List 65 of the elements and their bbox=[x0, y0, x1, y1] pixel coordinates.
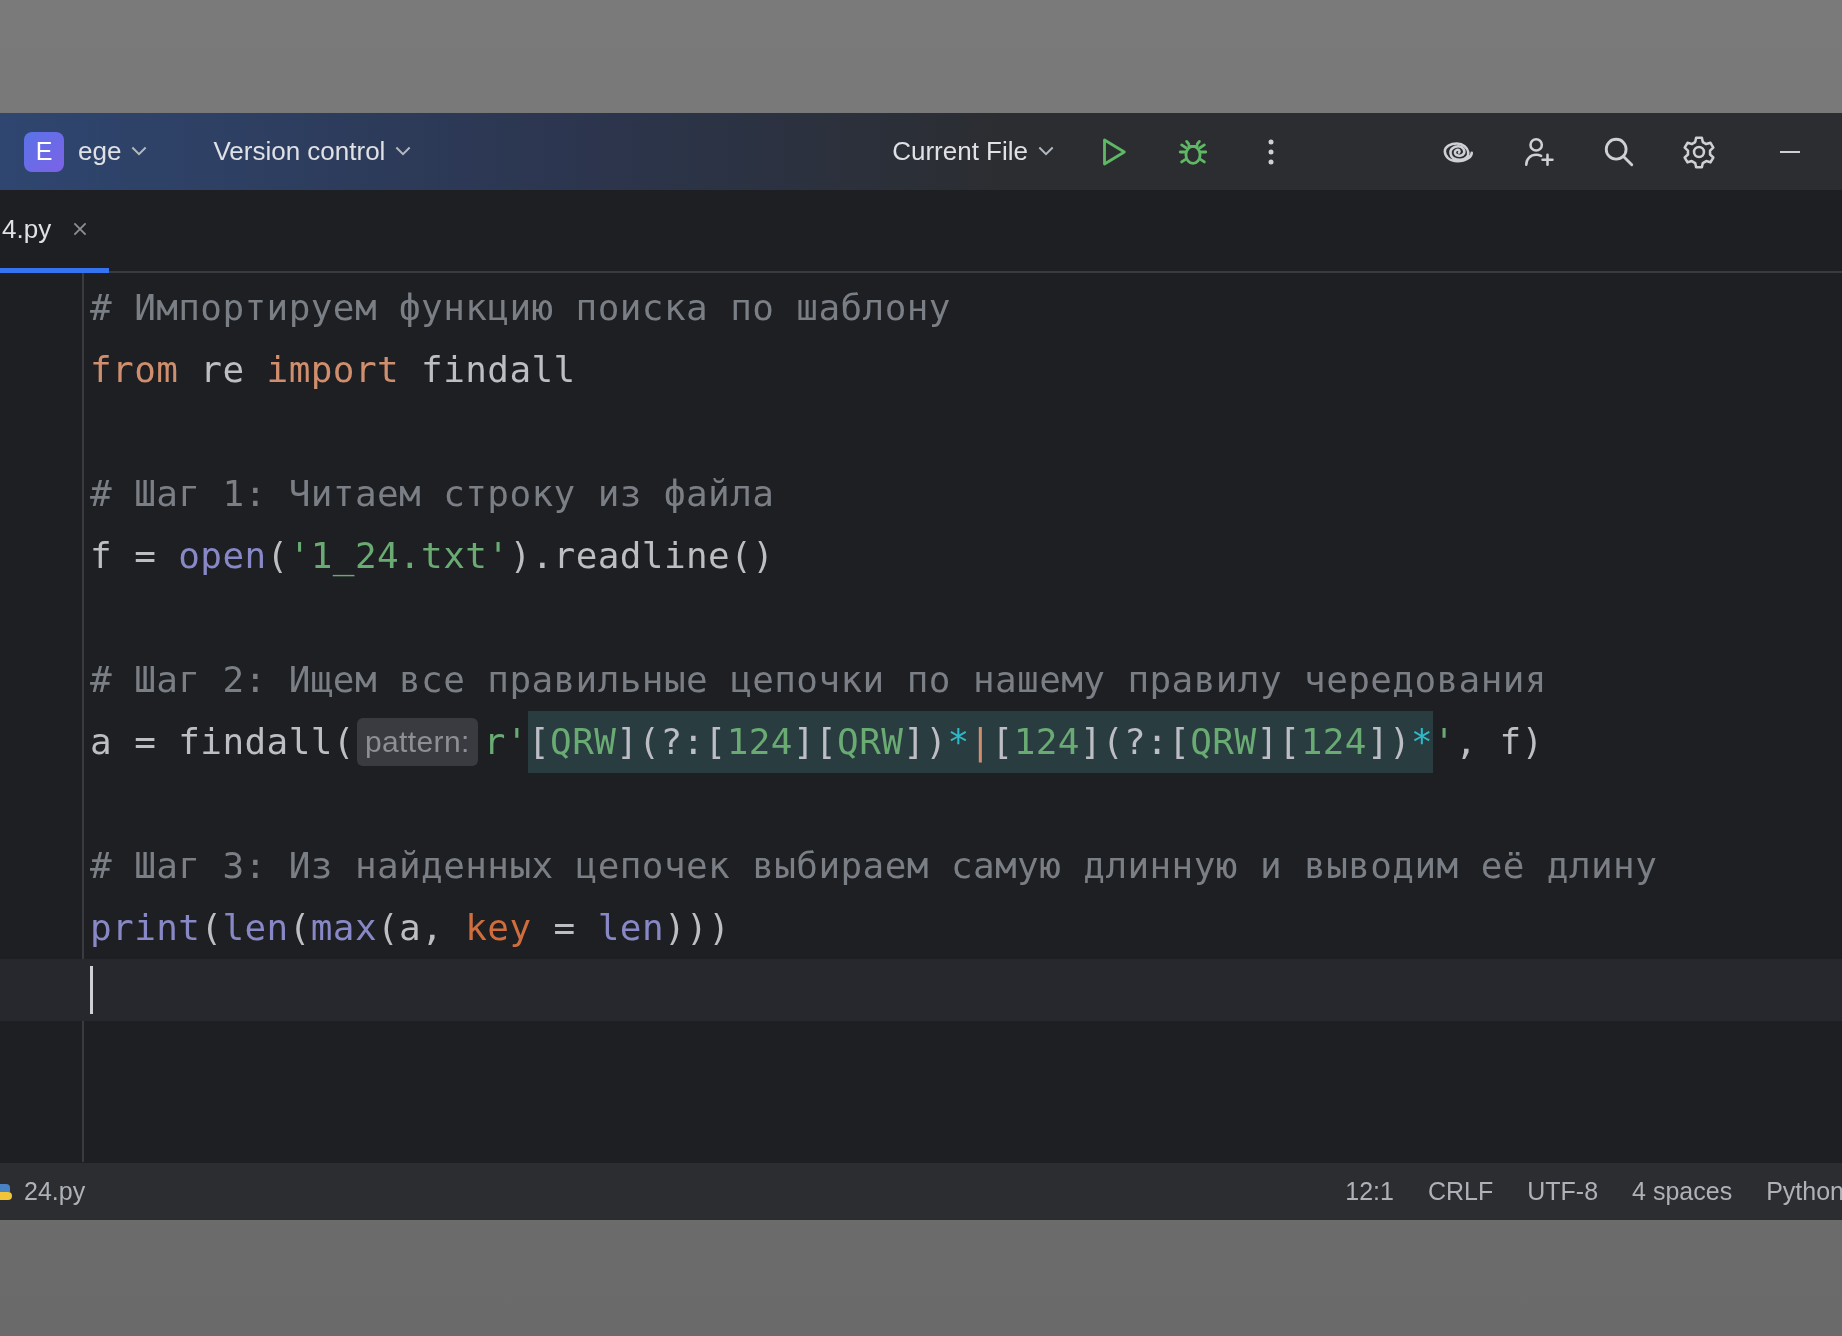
code-text: ](?:[ bbox=[616, 711, 727, 773]
code-builtin: print bbox=[90, 906, 201, 950]
tab-label: 4.py bbox=[2, 213, 52, 245]
chevron-down-icon bbox=[131, 146, 148, 157]
status-bar-item[interactable]: 4 spaces bbox=[1632, 1177, 1733, 1206]
code-text: f = bbox=[90, 534, 158, 578]
code-text: [ bbox=[528, 711, 551, 773]
code-text: ][ bbox=[792, 711, 838, 773]
code-comment: # Шаг 3: Из найденных цепочек выбираем самую длинную и выводим её длину bbox=[90, 844, 1658, 888]
project-badge[interactable]: E bbox=[24, 131, 64, 172]
project-selector[interactable]: ege bbox=[70, 130, 156, 173]
run-configuration-selector[interactable]: Current File bbox=[884, 130, 1062, 173]
code-comment: # Шаг 1: Читаем строку из файла bbox=[90, 472, 775, 516]
file-tab[interactable]: 4.py bbox=[0, 190, 110, 273]
code-keyword: from bbox=[90, 348, 179, 392]
code-text: [ bbox=[991, 711, 1014, 773]
code-text: ( bbox=[200, 906, 223, 950]
code-builtin: len bbox=[597, 906, 664, 950]
code-text: ))) bbox=[664, 906, 731, 950]
settings-icon[interactable] bbox=[1682, 134, 1716, 169]
parameter-hint: pattern: bbox=[356, 718, 478, 766]
close-icon[interactable] bbox=[73, 222, 88, 236]
code-text: a = findall( bbox=[90, 720, 355, 764]
code-builtin: max bbox=[310, 906, 377, 950]
code-keyword: import bbox=[266, 348, 400, 392]
code-text: findall bbox=[420, 348, 576, 392]
code-operator: * bbox=[947, 711, 970, 773]
text-caret bbox=[90, 966, 93, 1014]
code-builtin: len bbox=[222, 906, 289, 950]
code-text: ]) bbox=[1366, 711, 1412, 773]
chevron-down-icon bbox=[1038, 146, 1054, 157]
code-comment: # Импортируем функцию поиска по шаблону bbox=[90, 286, 951, 330]
code-string: 124 bbox=[1300, 711, 1367, 773]
code-text: re bbox=[199, 348, 246, 392]
code-comment: # Шаг 2: Ищем все правильные цепочки по нашему правилу чередования bbox=[90, 658, 1547, 702]
version-control-menu[interactable]: Version control bbox=[205, 130, 420, 173]
code-string: 124 bbox=[726, 711, 793, 773]
code-string: '1_24.txt' bbox=[288, 534, 510, 579]
code-text: ](?:[ bbox=[1079, 711, 1191, 773]
code-builtin: open bbox=[178, 534, 267, 578]
code-text: ( bbox=[288, 906, 311, 950]
code-string: QRW bbox=[550, 711, 617, 773]
code-string: ' bbox=[1433, 720, 1456, 764]
code-operator: * bbox=[1411, 711, 1434, 773]
minimize-icon[interactable] bbox=[1778, 149, 1802, 154]
status-bar-item[interactable]: CRLF bbox=[1427, 1177, 1494, 1206]
code-keyword: | bbox=[969, 711, 992, 773]
code-string: r' bbox=[483, 720, 528, 764]
code-parameter: key bbox=[465, 906, 532, 950]
code-text: ][ bbox=[1256, 711, 1301, 773]
code-editor[interactable] bbox=[0, 273, 1842, 1162]
code-string: 124 bbox=[1013, 711, 1080, 773]
file-path[interactable]: 24.py bbox=[24, 1177, 86, 1206]
code-text: ( bbox=[266, 534, 289, 578]
code-text: , f) bbox=[1455, 720, 1544, 764]
status-bar-item[interactable]: 12:1 bbox=[1345, 1177, 1394, 1206]
code-text: (a, bbox=[377, 906, 445, 950]
code-string: QRW bbox=[837, 711, 904, 773]
code-text: = bbox=[552, 906, 577, 950]
code-text: ]) bbox=[903, 711, 948, 773]
status-bar-item[interactable]: Python bbox=[1766, 1177, 1842, 1206]
code-string: QRW bbox=[1190, 711, 1257, 773]
chevron-down-icon bbox=[395, 146, 412, 157]
status-bar-item[interactable]: UTF-8 bbox=[1527, 1177, 1599, 1206]
code-text: ).readline() bbox=[509, 534, 775, 578]
